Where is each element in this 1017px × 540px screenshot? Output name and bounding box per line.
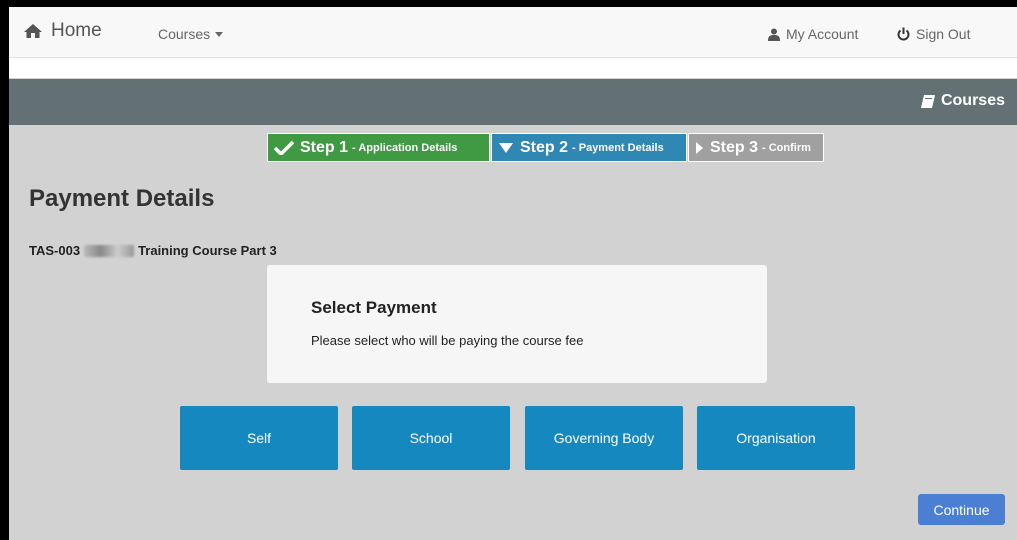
redacted-text	[84, 244, 135, 257]
card-title: Select Payment	[311, 298, 437, 317]
my-account-label: My Account	[786, 26, 859, 42]
step-2-label: Step 2	[520, 138, 569, 156]
power-icon	[897, 27, 910, 41]
book-icon	[920, 94, 935, 108]
courses-label: Courses	[158, 26, 211, 42]
user-icon	[768, 28, 780, 41]
course-code: TAS-003	[29, 243, 81, 258]
course-name: Training Course Part 3	[138, 243, 277, 258]
top-navbar: Home Courses My Account Sign Out	[9, 7, 1017, 58]
course-name-line: TAS-003 Training Course Part 3	[29, 243, 277, 258]
payment-option-self-button[interactable]: Self	[180, 406, 338, 470]
page-title: Payment Details	[29, 185, 215, 212]
step-1-label: Step 1	[300, 138, 349, 156]
payment-option-school-button[interactable]: School	[352, 406, 510, 470]
sign-out-label: Sign Out	[916, 26, 971, 42]
progress-steps: Step 1 - Application Details Step 2 - Pa…	[267, 133, 825, 162]
chevron-down-icon	[215, 31, 224, 37]
section-banner: Courses	[9, 79, 1017, 125]
banner-title: Courses	[920, 92, 1005, 110]
check-icon	[274, 140, 294, 155]
home-icon	[24, 24, 42, 38]
app-frame: Home Courses My Account Sign Out Courses…	[9, 7, 1017, 540]
nav-spacer	[9, 58, 1017, 78]
banner-title-text: Courses	[940, 92, 1005, 109]
step-3-label: Step 3	[710, 138, 759, 156]
step-3[interactable]: Step 3 - Confirm	[688, 133, 824, 162]
step-2-detail: - Payment Details	[572, 141, 664, 154]
step-3-detail: - Confirm	[762, 141, 811, 154]
step-2[interactable]: Step 2 - Payment Details	[491, 133, 687, 162]
step-1[interactable]: Step 1 - Application Details	[267, 133, 490, 162]
caret-down-icon	[499, 142, 513, 153]
courses-dropdown[interactable]: Courses	[158, 26, 224, 42]
card-instructions: Please select who will be paying the cou…	[311, 333, 584, 348]
step-1-detail: - Application Details	[352, 141, 458, 154]
payment-option-organisation-button[interactable]: Organisation	[697, 406, 855, 470]
sign-out-link[interactable]: Sign Out	[897, 26, 970, 42]
home-label: Home	[51, 20, 102, 41]
my-account-link[interactable]: My Account	[768, 26, 858, 42]
home-link[interactable]: Home	[23, 20, 102, 42]
continue-button[interactable]: Continue	[918, 494, 1005, 525]
payment-option-governing-body-button[interactable]: Governing Body	[525, 406, 683, 470]
select-payment-card: Select Payment Please select who will be…	[267, 265, 767, 383]
caret-right-icon	[696, 141, 703, 154]
